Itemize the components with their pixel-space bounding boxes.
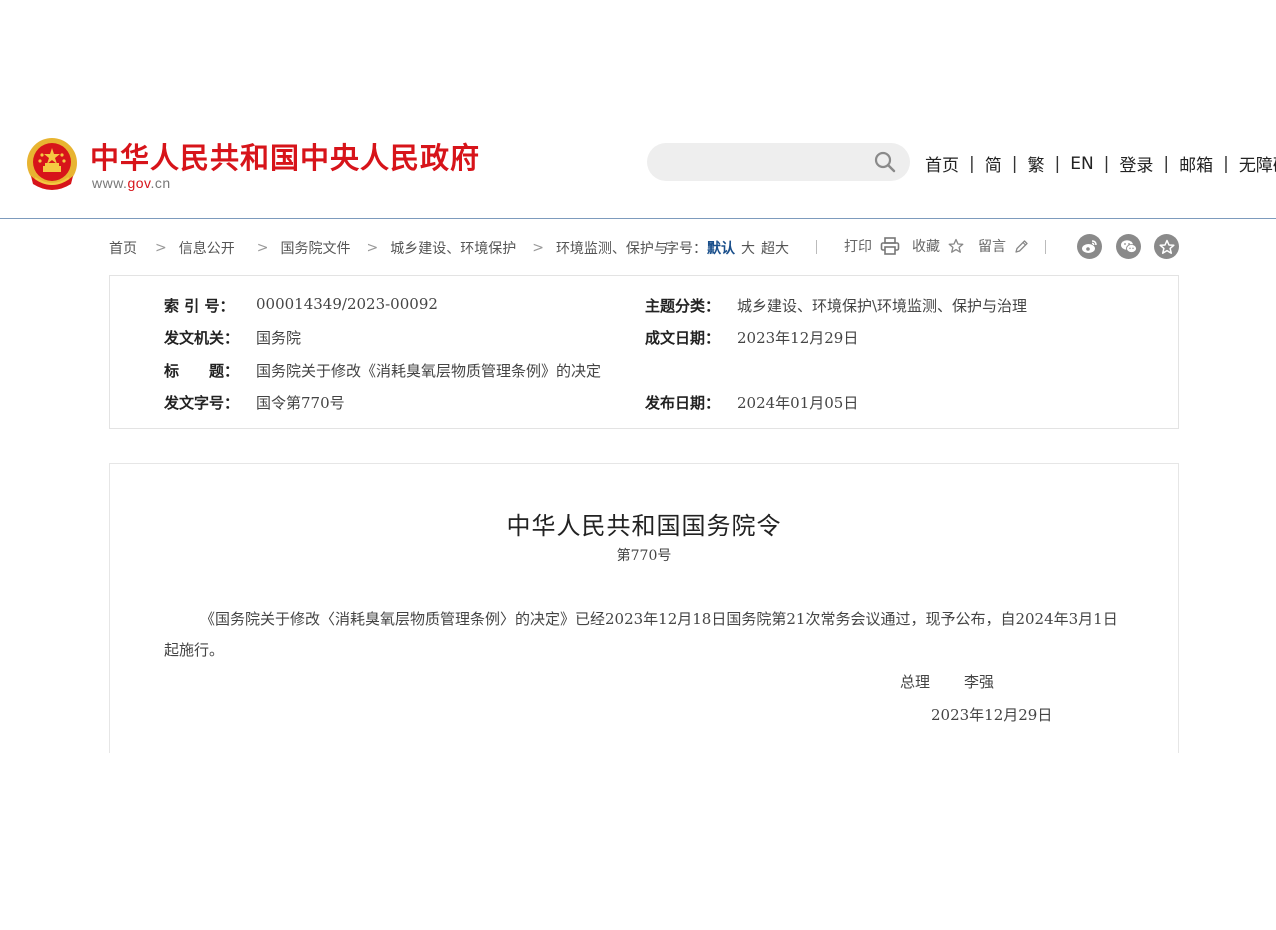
title-label: 标 题： [164, 362, 240, 380]
nav-separator: | [969, 153, 975, 174]
weibo-share-button[interactable] [1077, 234, 1102, 259]
article-number: 第770号 [616, 548, 672, 564]
category-value: 城乡建设、环境保护\环境监测、保护与治理 [737, 297, 1028, 315]
doc-number-value: 国令第770号 [256, 394, 345, 412]
nav-traditional[interactable]: 繁 [1027, 151, 1044, 176]
print-label: 打印 [844, 239, 872, 255]
favorite-label: 收藏 [912, 239, 940, 255]
breadcrumb-env-monitoring[interactable]: 环境监测、保护与治理 [556, 238, 668, 258]
chevron-right-icon: > [532, 240, 544, 256]
nav-accessibility[interactable]: 无障碍 [1239, 151, 1276, 176]
signer-name: 李强 [964, 673, 995, 691]
national-emblem-icon[interactable] [25, 136, 79, 192]
issuer-value: 国务院 [256, 329, 302, 347]
toolbar-divider [816, 240, 817, 254]
header-divider [0, 218, 1276, 219]
site-domain: www.gov.cn [92, 175, 171, 191]
message-button[interactable]: 留言 [978, 236, 1029, 256]
nav-mail[interactable]: 邮箱 [1179, 151, 1213, 176]
top-nav: 首页 | 简 | 繁 | EN | 登录 | 邮箱 | 无障碍 [925, 151, 1276, 177]
site-header: 中华人民共和国中央人民政府 www.gov.cn 首页 | 简 | 繁 | EN… [0, 125, 1276, 218]
published-date-label: 发布日期： [645, 394, 721, 412]
nav-separator: | [1011, 153, 1018, 174]
font-size-large[interactable]: 大 [741, 241, 755, 257]
star-badge-icon [1158, 239, 1175, 254]
article-body: 《国务院关于修改〈消耗臭氧层物质管理条例〉的决定》已经2023年12月18日国务… [164, 610, 1118, 659]
breadcrumb-state-council-docs[interactable]: 国务院文件 [280, 238, 350, 258]
message-label: 留言 [978, 239, 1006, 255]
written-date-label: 成文日期： [645, 329, 721, 347]
domain-suffix: .cn [150, 175, 171, 191]
article-title: 中华人民共和国国务院令 [506, 512, 782, 540]
domain-prefix: www. [92, 175, 128, 191]
nav-simplified[interactable]: 简 [985, 151, 1002, 176]
document-metadata-panel: 索 引 号： 000014349/2023-00092 主题分类： 城乡建设、环… [109, 275, 1179, 429]
print-button[interactable]: 打印 [844, 236, 900, 256]
article-date: 2023年12月29日 [931, 706, 1053, 724]
star-icon [948, 238, 964, 253]
nav-login[interactable]: 登录 [1119, 151, 1153, 176]
title-value: 国务院关于修改《消耗臭氧层物质管理条例》的决定 [256, 362, 602, 380]
signature: 总理 李强 [900, 671, 994, 692]
index-value: 000014349/2023-00092 [256, 295, 438, 313]
chevron-right-icon: > [155, 240, 167, 256]
printer-icon [880, 237, 900, 255]
breadcrumb-urban-env[interactable]: 城乡建设、环境保护 [390, 238, 516, 258]
site-title[interactable]: 中华人民共和国中央人民政府 [90, 135, 480, 177]
breadcrumb-info-public[interactable]: 信息公开 [179, 238, 235, 258]
category-label: 主题分类： [645, 297, 721, 315]
chevron-right-icon: > [256, 240, 269, 256]
written-date-value: 2023年12月29日 [737, 329, 859, 347]
toolbar-divider [1045, 240, 1046, 254]
nav-separator: | [1163, 153, 1170, 174]
signer-title: 总理 [900, 673, 931, 691]
article-content: 中华人民共和国国务院令 第770号 《国务院关于修改〈消耗臭氧层物质管理条例〉的… [109, 463, 1179, 753]
nav-english[interactable]: EN [1070, 154, 1093, 174]
nav-separator: | [1103, 153, 1110, 174]
search-icon [874, 151, 896, 173]
doc-number-label: 发文字号： [164, 394, 240, 412]
search-button[interactable] [870, 148, 900, 176]
wechat-icon [1120, 240, 1137, 253]
chevron-right-icon: > [366, 240, 379, 256]
breadcrumb-home[interactable]: 首页 [109, 238, 137, 258]
nav-separator: | [1223, 153, 1229, 174]
font-size-switcher: 字号：默认大超大 [665, 238, 789, 258]
domain-highlight: gov [127, 175, 151, 191]
favorites-share-button[interactable] [1154, 234, 1179, 259]
font-size-label: 字号： [665, 241, 707, 257]
font-size-default[interactable]: 默认 [707, 241, 735, 257]
nav-separator: | [1054, 153, 1061, 174]
favorite-button[interactable]: 收藏 [912, 236, 964, 256]
weibo-icon [1082, 240, 1097, 253]
nav-home[interactable]: 首页 [925, 151, 959, 176]
breadcrumb: 首页 > 信息公开 > 国务院文件 > 城乡建设、环境保护 > 环境监测、保护与… [109, 238, 668, 258]
wechat-share-button[interactable] [1116, 234, 1141, 259]
pencil-icon [1015, 239, 1028, 253]
index-label: 索 引 号： [164, 297, 235, 315]
issuer-label: 发文机关： [164, 329, 240, 347]
published-date-value: 2024年01月05日 [737, 394, 859, 412]
font-size-xlarge[interactable]: 超大 [761, 241, 789, 257]
